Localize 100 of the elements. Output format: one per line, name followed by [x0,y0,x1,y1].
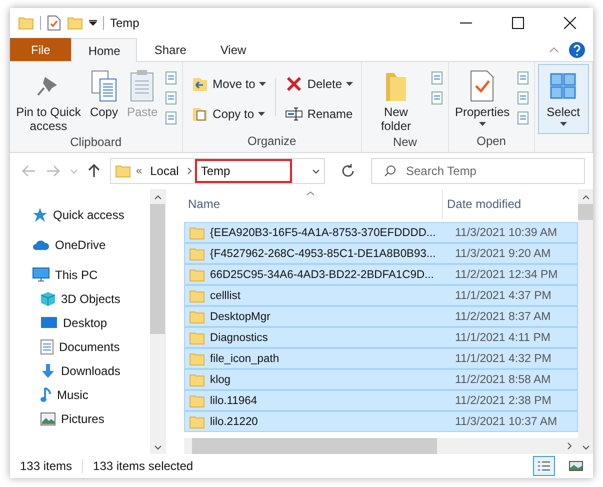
document-icon[interactable] [162,90,179,106]
file-row[interactable]: {F4527962-268C-4953-85C1-DE1A8B0B93... 11/3/2021 9:20 AM [184,243,578,264]
file-name: lilo.21220 [210,416,259,428]
forward-icon[interactable] [46,165,60,177]
date-modified: 11/1/2021 4:37 PM [454,290,552,302]
scroll-right-icon[interactable] [567,442,572,450]
ribbon-tab[interactable]: Share [137,38,204,61]
caret-icon [258,112,266,116]
scroll-thumb[interactable] [150,204,165,334]
caret-icon [259,82,266,86]
window-title: Temp [110,16,140,30]
document-icon[interactable] [162,70,179,86]
folder-icon [189,392,205,408]
scrollbar[interactable] [150,189,165,454]
column-header[interactable]: Date modified [443,189,578,219]
folder-icon [189,224,205,240]
ribbon-button[interactable]: Properties [452,64,513,134]
nav-item[interactable]: Pictures [10,407,150,431]
breadcrumb[interactable]: Temp [196,161,290,181]
close-icon[interactable] [564,17,576,29]
ribbon-tab[interactable]: View [203,38,264,61]
caret-icon [346,82,354,86]
desktop-icon [40,316,58,330]
file-row[interactable]: DesktopMgr 11/2/2021 8:37 AM [184,306,578,327]
chevron-icon[interactable] [186,167,192,175]
document-icon[interactable] [514,90,531,106]
details-list-icon [537,460,551,472]
overflow-chevron[interactable]: « [136,165,142,177]
ribbon-button[interactable]: Delete [280,70,358,98]
folder-icon [189,266,205,282]
file-row[interactable]: Diagnostics 11/1/2021 4:11 PM [184,327,578,348]
ribbon-tab[interactable]: File [10,38,72,61]
nav-item[interactable]: Downloads [10,359,150,383]
ribbon-button[interactable]: Rename [280,100,358,128]
collapse-icon[interactable] [549,46,559,52]
caret-icon[interactable] [89,20,97,26]
cube-icon [40,291,56,307]
scrollbar[interactable] [184,438,578,454]
search-icon [384,165,396,177]
nav-item[interactable]: 3D Objects [10,287,150,311]
nav-item[interactable]: OneDrive [10,233,150,257]
scroll-thumb[interactable] [192,438,437,454]
file-name: celllist [210,290,242,302]
file-row[interactable]: file_icon_path 11/1/2021 4:32 PM [184,348,578,369]
date-modified: 11/2/2021 8:37 AM [454,310,551,322]
scroll-down-icon[interactable] [582,445,590,450]
ribbon-tab[interactable]: Home [71,38,138,62]
column-header[interactable]: Name [184,189,443,219]
file-row[interactable]: 66D25C95-34A6-4AD3-BD22-2BDFA1C9D... 11/2/2021 12:34 PM [184,264,578,285]
document-icon[interactable] [514,70,531,86]
folder-icon[interactable] [67,15,83,31]
ribbon-button[interactable]: Select [538,64,589,134]
document-icon[interactable] [428,90,445,106]
help-icon[interactable] [569,42,585,58]
up-icon[interactable] [88,164,100,178]
maximize-icon[interactable] [512,17,524,29]
copy-icon [88,68,119,104]
file-row[interactable]: klog 11/2/2021 8:58 AM [184,369,578,390]
scroll-thumb[interactable] [578,204,593,220]
folder-icon [189,330,205,346]
document-icon[interactable] [162,110,179,126]
properties-icon[interactable] [47,15,61,31]
folder-icon[interactable] [18,15,34,31]
file-row[interactable]: lilo.21220 11/3/2021 10:37 AM [184,411,578,432]
ribbon-button[interactable]: Move to [186,70,272,98]
computer-icon [32,267,50,283]
item-count: 133 items [20,459,72,473]
date-modified: 11/3/2021 9:20 AM [454,248,551,260]
caret-icon[interactable] [312,168,320,174]
ribbon-button[interactable]: New folder [365,64,427,135]
scroll-up-icon[interactable] [154,195,162,200]
sort-icon [306,191,315,196]
file-row[interactable]: celllist 11/1/2021 4:37 PM [184,285,578,306]
ribbon-button[interactable]: Copy to [186,100,272,128]
folder-icon [189,246,205,262]
folder-icon [189,308,205,324]
file-row[interactable]: {EEA920B3-16F5-4A1A-8753-370EFDDDD... 11/3/2021 10:39 AM [184,222,578,243]
back-icon[interactable] [22,165,36,177]
document-icon[interactable] [514,110,531,126]
date-modified: 11/1/2021 4:32 PM [454,352,552,364]
breadcrumb[interactable]: Local [147,163,182,179]
file-name: {EEA920B3-16F5-4A1A-8753-370EFDDDD... [210,226,437,238]
search-field[interactable]: Search Temp [371,158,585,184]
scroll-down-icon[interactable] [154,445,162,450]
scrollbar[interactable] [578,189,593,454]
refresh-icon[interactable] [341,164,355,178]
nav-item[interactable]: Music [10,383,150,407]
date-modified: 11/2/2021 12:34 PM [454,268,558,280]
nav-item[interactable]: Quick access [10,203,150,227]
details-view-button[interactable] [533,456,555,476]
folder-icon [189,288,205,304]
nav-item[interactable]: This PC [10,263,150,287]
file-row[interactable]: lilo.11964 11/2/2021 2:38 PM [184,390,578,411]
scroll-up-icon[interactable] [582,195,590,200]
ribbon-button[interactable]: Copy [86,64,122,135]
nav-item[interactable]: Documents [10,335,150,359]
document-icon[interactable] [428,70,445,86]
date-modified: 11/1/2021 4:11 PM [454,332,550,344]
nav-item[interactable]: Desktop [10,311,150,335]
ribbon-button[interactable]: Pin to Quick access [13,64,84,135]
